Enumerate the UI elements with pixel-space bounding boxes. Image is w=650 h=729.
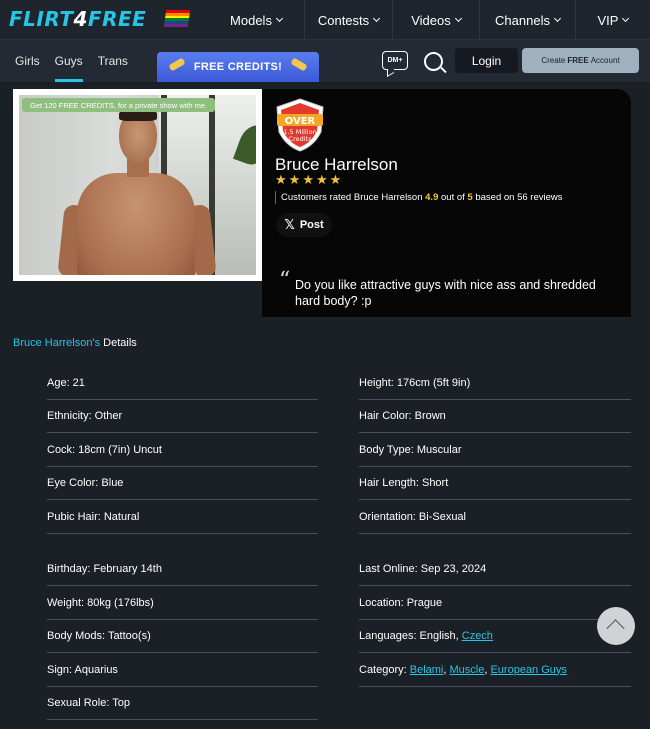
rating-stars: ★ ★ ★ ★ ★	[275, 174, 341, 188]
quote-icon: “	[279, 268, 291, 293]
promo-banner[interactable]: Get 120 FREE CREDITS, for a private show…	[22, 98, 216, 112]
detail-pubic-hair: Pubic Hair: Natural	[47, 500, 318, 534]
profile-name: Bruce Harrelson	[275, 155, 398, 174]
create-text: Create	[541, 56, 566, 65]
detail-sexual-role: Sexual Role: Top	[47, 686, 318, 720]
chevron-down-icon	[454, 14, 462, 23]
detail-orientation: Orientation: Bi-Sexual	[359, 500, 631, 534]
create-account-button[interactable]: Create FREE Account	[522, 48, 639, 73]
dm-plus-icon[interactable]: DM+	[382, 51, 408, 70]
badge-line1: OVER	[285, 116, 316, 127]
detail-last-online: Last Online: Sep 23, 2024	[359, 552, 631, 586]
rating-value: 4.9	[425, 192, 439, 203]
rating-text: out of	[441, 192, 465, 203]
free-credits-label: FREE CREDITS!	[193, 61, 283, 73]
category-text: Category:	[359, 663, 410, 676]
credits-badge-icon: OVER 1.5 Million Credits	[276, 98, 324, 152]
coin-icon	[168, 57, 186, 72]
nav-videos[interactable]: Videos	[392, 0, 479, 40]
photo-torso	[77, 173, 195, 275]
profile-quote: Do you like attractive guys with nice as…	[295, 278, 596, 308]
details-heading-name: Bruce Harrelson's	[13, 337, 101, 349]
main-nav: Models Contests Videos Channels VIP	[208, 0, 650, 40]
nav-channels[interactable]: Channels	[479, 0, 575, 40]
star-icon: ★	[275, 173, 287, 188]
search-icon[interactable]	[424, 52, 443, 71]
detail-category: Category: Belami, Muscle, European Guys	[359, 653, 631, 687]
logo-text: FLIRT	[9, 7, 74, 31]
nav-contests[interactable]: Contests	[304, 0, 392, 40]
site-logo[interactable]: FLIRT4FREE	[9, 7, 146, 31]
nav-models[interactable]: Models	[208, 0, 304, 40]
languages-text: Languages: English,	[359, 629, 462, 642]
rating-summary: Customers rated Bruce Harrelson 4.9 out …	[275, 191, 563, 204]
detail-cock: Cock: 18cm (7in) Uncut	[47, 433, 318, 467]
language-link-czech[interactable]: Czech	[462, 630, 493, 642]
x-post-button[interactable]: 𝕏 Post	[276, 213, 332, 237]
profile-photo[interactable]: Get 120 FREE CREDITS, for a private show…	[13, 89, 262, 281]
star-icon: ★	[315, 173, 328, 188]
top-bar: FLIRT4FREE Models Contests Videos Channe…	[0, 0, 650, 40]
create-text: FREE	[567, 56, 589, 65]
detail-height: Height: 176cm (5ft 9in)	[359, 366, 631, 400]
nav-label: Models	[230, 12, 272, 28]
detail-eye-color: Eye Color: Blue	[47, 466, 318, 500]
star-icon: ★	[329, 173, 342, 188]
detail-body-mods: Body Mods: Tattoo(s)	[47, 619, 318, 653]
details-heading: Bruce Harrelson's Details	[13, 337, 137, 349]
coin-icon	[290, 57, 308, 72]
nav-label: VIP	[597, 12, 619, 28]
rating-text: Customers rated Bruce Harrelson	[281, 192, 423, 203]
rating-max: 5	[467, 192, 473, 203]
tab-trans[interactable]: Trans	[98, 40, 128, 82]
detail-hair-color: Hair Color: Brown	[359, 399, 631, 433]
detail-weight: Weight: 80kg (176lbs)	[47, 586, 318, 620]
logo-text: 4	[73, 7, 88, 31]
details-heading-text: Details	[100, 337, 137, 349]
rating-text: based on 56 reviews	[475, 192, 563, 203]
logo-text: FREE	[87, 7, 147, 31]
scroll-to-top-button[interactable]	[597, 607, 635, 645]
badge-line3: Credits	[289, 135, 313, 143]
chevron-down-icon	[275, 14, 283, 23]
detail-languages: Languages: English, Czech	[359, 619, 631, 653]
detail-birthday: Birthday: February 14th	[47, 552, 318, 586]
detail-body-type: Body Type: Muscular	[359, 433, 631, 467]
detail-location: Location: Prague	[359, 586, 631, 620]
x-logo-icon: 𝕏	[284, 217, 295, 233]
category-tabs: Girls Guys Trans	[15, 40, 128, 82]
pride-flag-icon	[163, 10, 191, 27]
chevron-down-icon	[373, 14, 381, 23]
detail-age: Age: 21	[47, 366, 318, 400]
nav-label: Channels	[495, 12, 550, 28]
detail-sign: Sign: Aquarius	[47, 653, 318, 687]
detail-ethnicity: Ethnicity: Other	[47, 399, 318, 433]
nav-label: Videos	[411, 12, 451, 28]
category-link-european-guys[interactable]: European Guys	[490, 664, 566, 676]
create-text: Account	[590, 56, 620, 65]
nav-vip[interactable]: VIP	[575, 0, 650, 40]
free-credits-button[interactable]: FREE CREDITS!	[157, 52, 319, 82]
nav-label: Contests	[317, 12, 370, 28]
category-link-muscle[interactable]: Muscle	[450, 664, 485, 676]
tab-girls[interactable]: Girls	[15, 40, 40, 82]
profile-photo-image: Get 120 FREE CREDITS, for a private show…	[19, 95, 256, 275]
post-label: Post	[299, 219, 324, 231]
category-link-belami[interactable]: Belami	[410, 664, 444, 676]
star-icon: ★	[302, 173, 314, 188]
tab-guys[interactable]: Guys	[54, 40, 83, 82]
chevron-down-icon	[553, 14, 562, 23]
star-icon: ★	[288, 173, 301, 188]
detail-hair-length: Hair Length: Short	[359, 466, 631, 500]
login-button[interactable]: Login	[455, 48, 518, 73]
chevron-down-icon	[622, 14, 630, 23]
